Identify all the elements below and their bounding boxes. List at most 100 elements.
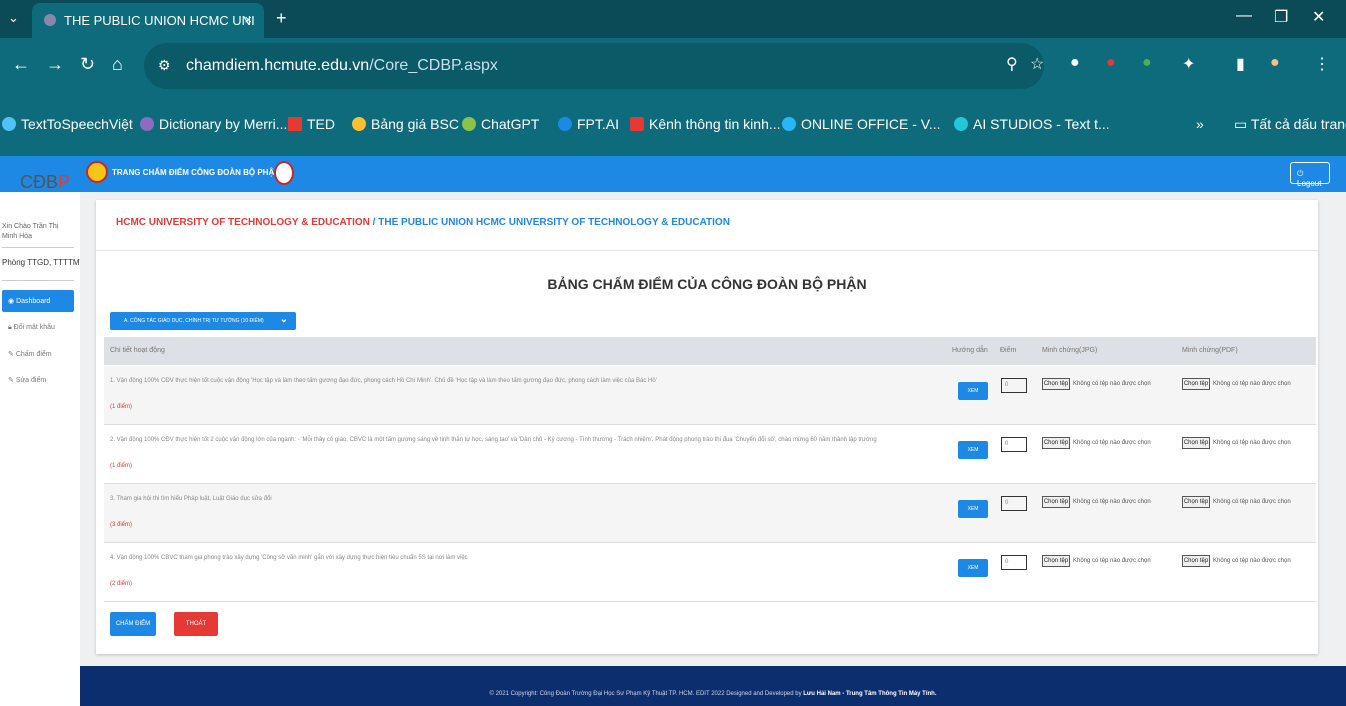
browser-tab[interactable]: THE PUBLIC UNION HCMC UNI × (32, 3, 264, 38)
bookmark-icon (954, 117, 968, 131)
activity-text: 4. Vận động 100% CBVC tham gia phong trà… (110, 555, 468, 561)
app-header: TRANG CHẤM ĐIỂM CÔNG ĐOÀN BỘ PHẬN ⏻ Logo… (0, 156, 1346, 192)
table-header: Chi tiết hoạt động Hướng dẫn Điểm Minh c… (104, 337, 1316, 365)
extension-shield-icon[interactable]: ● (1070, 54, 1080, 72)
col-jpg: Minh chứng(JPG) (1042, 347, 1098, 354)
card-divider (96, 250, 1318, 251)
section-dropdown[interactable]: A. CÔNG TÁC GIÁO DỤC, CHÍNH TRỊ TƯ TƯỞNG… (110, 312, 296, 330)
footer: © 2021 Copyright: Công Đoàn Trường Đại H… (80, 666, 1346, 706)
choose-jpg-button[interactable]: Chọn tệp (1042, 437, 1070, 449)
brand-logo[interactable]: CĐBP (20, 172, 70, 193)
bookmark-item[interactable]: TED (288, 116, 335, 132)
choose-pdf-button[interactable]: Chọn tệp (1182, 496, 1210, 508)
bookmark-icon (352, 117, 366, 131)
col-guide: Hướng dẫn (952, 347, 988, 354)
back-icon[interactable]: ← (12, 54, 30, 75)
star-icon[interactable]: ☆ (1030, 54, 1044, 74)
view-guide-button[interactable]: XEM (958, 559, 988, 577)
bookmark-icon (558, 117, 572, 131)
user-greeting: Xin Chào Trần Thị Minh Hòa (2, 223, 59, 240)
folder-icon: ▭ (1234, 116, 1251, 132)
exit-button[interactable]: THOÁT (174, 612, 218, 636)
browser-menu-icon[interactable]: ⋮ (1314, 54, 1330, 74)
bookmark-item[interactable]: ChatGPT (462, 116, 539, 132)
new-tab-button[interactable]: + (276, 8, 287, 29)
tab-search-menu[interactable]: ⌄ (8, 10, 19, 26)
breadcrumb: HCMC UNIVERSITY OF TECHNOLOGY & EDUCATIO… (116, 217, 730, 228)
activity-points: (1 điểm) (110, 404, 133, 410)
address-toolbar: ← → ↻ ⌂ ⚙ chamdiem.hcmute.edu.vn/Core_CD… (0, 38, 1346, 94)
activity-text: 3. Tham gia hội thi tìm hiểu Pháp luật, … (110, 496, 272, 502)
page-title: BẢNG CHẤM ĐIỂM CỦA CÔNG ĐOÀN BỘ PHẬN (547, 276, 867, 292)
forward-icon[interactable]: → (46, 54, 64, 75)
extension-green-icon[interactable]: ● (1142, 54, 1152, 72)
reload-icon[interactable]: ↻ (80, 54, 95, 75)
profile-avatar[interactable]: ● (1270, 54, 1280, 72)
url-host: chamdiem.hcmute.edu.vn (186, 57, 370, 74)
submit-score-button[interactable]: CHẤM ĐIỂM (110, 612, 156, 636)
choose-jpg-button[interactable]: Chọn tệp (1042, 555, 1070, 567)
bookmark-item[interactable]: FPT.AI (558, 116, 619, 132)
bookmark-item[interactable]: AI STUDIOS - Text t... (954, 116, 1110, 132)
footer-author[interactable]: Lưu Hải Nam - Trung Tâm Thông Tin Máy Tí… (803, 691, 936, 697)
site-info-icon[interactable]: ⚙ (158, 57, 171, 74)
pdf-file-status: Không có tệp nào được chọn (1213, 499, 1291, 505)
all-bookmarks[interactable]: ▭ Tất cả dấu trang (1234, 116, 1346, 133)
view-guide-button[interactable]: XEM (958, 500, 988, 518)
school-logo (274, 161, 294, 185)
pdf-file-status: Không có tệp nào được chọn (1213, 381, 1291, 387)
sidebar-item-edit-score[interactable]: ✎ Sửa điểm (8, 376, 46, 384)
choose-pdf-button[interactable]: Chọn tệp (1182, 555, 1210, 567)
zoom-icon[interactable]: ⚲ (1006, 54, 1018, 74)
jpg-file-status: Không có tệp nào được chọn (1073, 381, 1151, 387)
choose-jpg-button[interactable]: Chọn tệp (1042, 496, 1070, 508)
bookmarks-overflow[interactable]: » (1196, 116, 1204, 132)
side-panel-icon[interactable]: ▮ (1236, 54, 1245, 74)
home-icon[interactable]: ⌂ (112, 54, 123, 75)
bookmark-icon (288, 117, 302, 131)
score-input[interactable]: 0 (1001, 555, 1027, 570)
sidebar-item-change-password[interactable]: 🔒︎ Đổi mật khẩu (8, 324, 55, 332)
bookmark-icon (140, 117, 154, 131)
pdf-file-status: Không có tệp nào được chọn (1213, 558, 1291, 564)
bookmark-item[interactable]: Bảng giá BSC (352, 116, 459, 132)
sidebar-divider (2, 280, 74, 281)
activity-text: 2. Vận động 100% CĐV thực hiện tốt 2 cuộ… (110, 437, 877, 443)
col-detail: Chi tiết hoạt động (110, 347, 165, 354)
logout-button[interactable]: ⏻ Logout (1290, 162, 1330, 188)
choose-jpg-button[interactable]: Chọn tệp (1042, 378, 1070, 390)
tab-close-icon[interactable]: × (244, 12, 252, 27)
close-window-icon[interactable]: ✕ (1312, 7, 1325, 27)
view-guide-button[interactable]: XEM (958, 441, 988, 459)
bookmark-icon (2, 117, 16, 131)
app-title: TRANG CHẤM ĐIỂM CÔNG ĐOÀN BỘ PHẬN (112, 168, 280, 177)
sidebar-item-grading[interactable]: ✎ Chấm điểm (8, 350, 52, 358)
score-input[interactable]: 0 (1001, 496, 1027, 511)
choose-pdf-button[interactable]: Chọn tệp (1182, 437, 1210, 449)
minimize-icon[interactable]: — (1236, 7, 1252, 25)
view-guide-button[interactable]: XEM (958, 382, 988, 400)
bookmark-icon (462, 117, 476, 131)
tab-favicon-icon (44, 14, 56, 26)
browser-tab-strip: ⌄ THE PUBLIC UNION HCMC UNI × + — ❐ ✕ (0, 0, 1346, 38)
bookmark-item[interactable]: TextToSpeechViệt (2, 116, 133, 132)
address-bar[interactable]: ⚙ chamdiem.hcmute.edu.vn/Core_CDBP.aspx (144, 43, 1044, 89)
bookmark-item[interactable]: Kênh thông tin kinh... (630, 116, 781, 132)
sidebar-item-dashboard[interactable]: ◉ Dashboard (2, 290, 74, 312)
extensions-icon[interactable]: ✦ (1182, 54, 1195, 74)
choose-pdf-button[interactable]: Chọn tệp (1182, 378, 1210, 390)
edit-icon: ✎ (8, 377, 16, 384)
activity-points: (2 điểm) (110, 581, 133, 587)
score-input[interactable]: 0 (1001, 437, 1027, 452)
union-logo (86, 161, 108, 183)
table-row: 2. Vận động 100% CĐV thực hiện tốt 2 cuộ… (104, 425, 1316, 484)
restore-icon[interactable]: ❐ (1274, 7, 1288, 27)
extension-red-icon[interactable]: ● (1106, 54, 1116, 72)
dashboard-icon: ◉ (8, 298, 17, 305)
bookmark-icon (630, 117, 644, 131)
score-input[interactable]: 0 (1001, 378, 1027, 393)
bookmark-item[interactable]: ONLINE OFFICE - V... (782, 116, 941, 132)
bookmarks-bar: TextToSpeechViệt Dictionary by Merri... … (0, 94, 1346, 156)
jpg-file-status: Không có tệp nào được chọn (1073, 558, 1151, 564)
bookmark-item[interactable]: Dictionary by Merri... (140, 116, 287, 132)
